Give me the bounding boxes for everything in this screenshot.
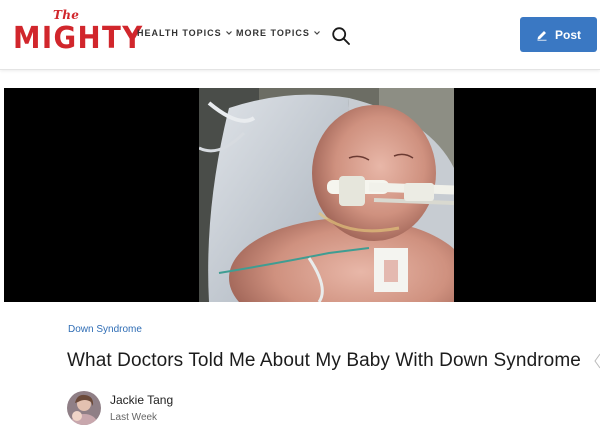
pencil-icon — [537, 30, 547, 41]
scroll-indicator-icon — [594, 353, 600, 369]
post-button[interactable]: Post — [520, 17, 597, 52]
nav-health-topics-label: HEALTH TOPICS — [137, 28, 222, 38]
nav-more-topics-label: MORE TOPICS — [236, 28, 310, 38]
nav-more-topics[interactable]: MORE TOPICS — [236, 28, 321, 38]
author-name[interactable]: Jackie Tang — [110, 393, 173, 407]
publish-date: Last Week — [110, 412, 158, 423]
nav-health-topics[interactable]: HEALTH TOPICS — [137, 28, 233, 38]
author-avatar[interactable] — [67, 391, 101, 425]
site-header: The MIGHTY HEALTH TOPICS MORE TOPICS Pos… — [0, 0, 600, 70]
chevron-down-icon — [225, 31, 232, 35]
logo-mighty-text: MIGHTY — [13, 21, 144, 56]
site-logo[interactable]: The MIGHTY — [13, 8, 142, 62]
category-link[interactable]: Down Syndrome — [68, 324, 142, 335]
avatar-photo — [67, 391, 101, 425]
baby-photo — [199, 88, 454, 302]
search-icon[interactable] — [331, 26, 351, 46]
hero-image — [4, 88, 596, 302]
chevron-down-icon — [313, 31, 320, 35]
post-button-label: Post — [554, 27, 581, 42]
article-title: What Doctors Told Me About My Baby With … — [67, 350, 581, 371]
logo-the-text: The — [53, 8, 80, 22]
